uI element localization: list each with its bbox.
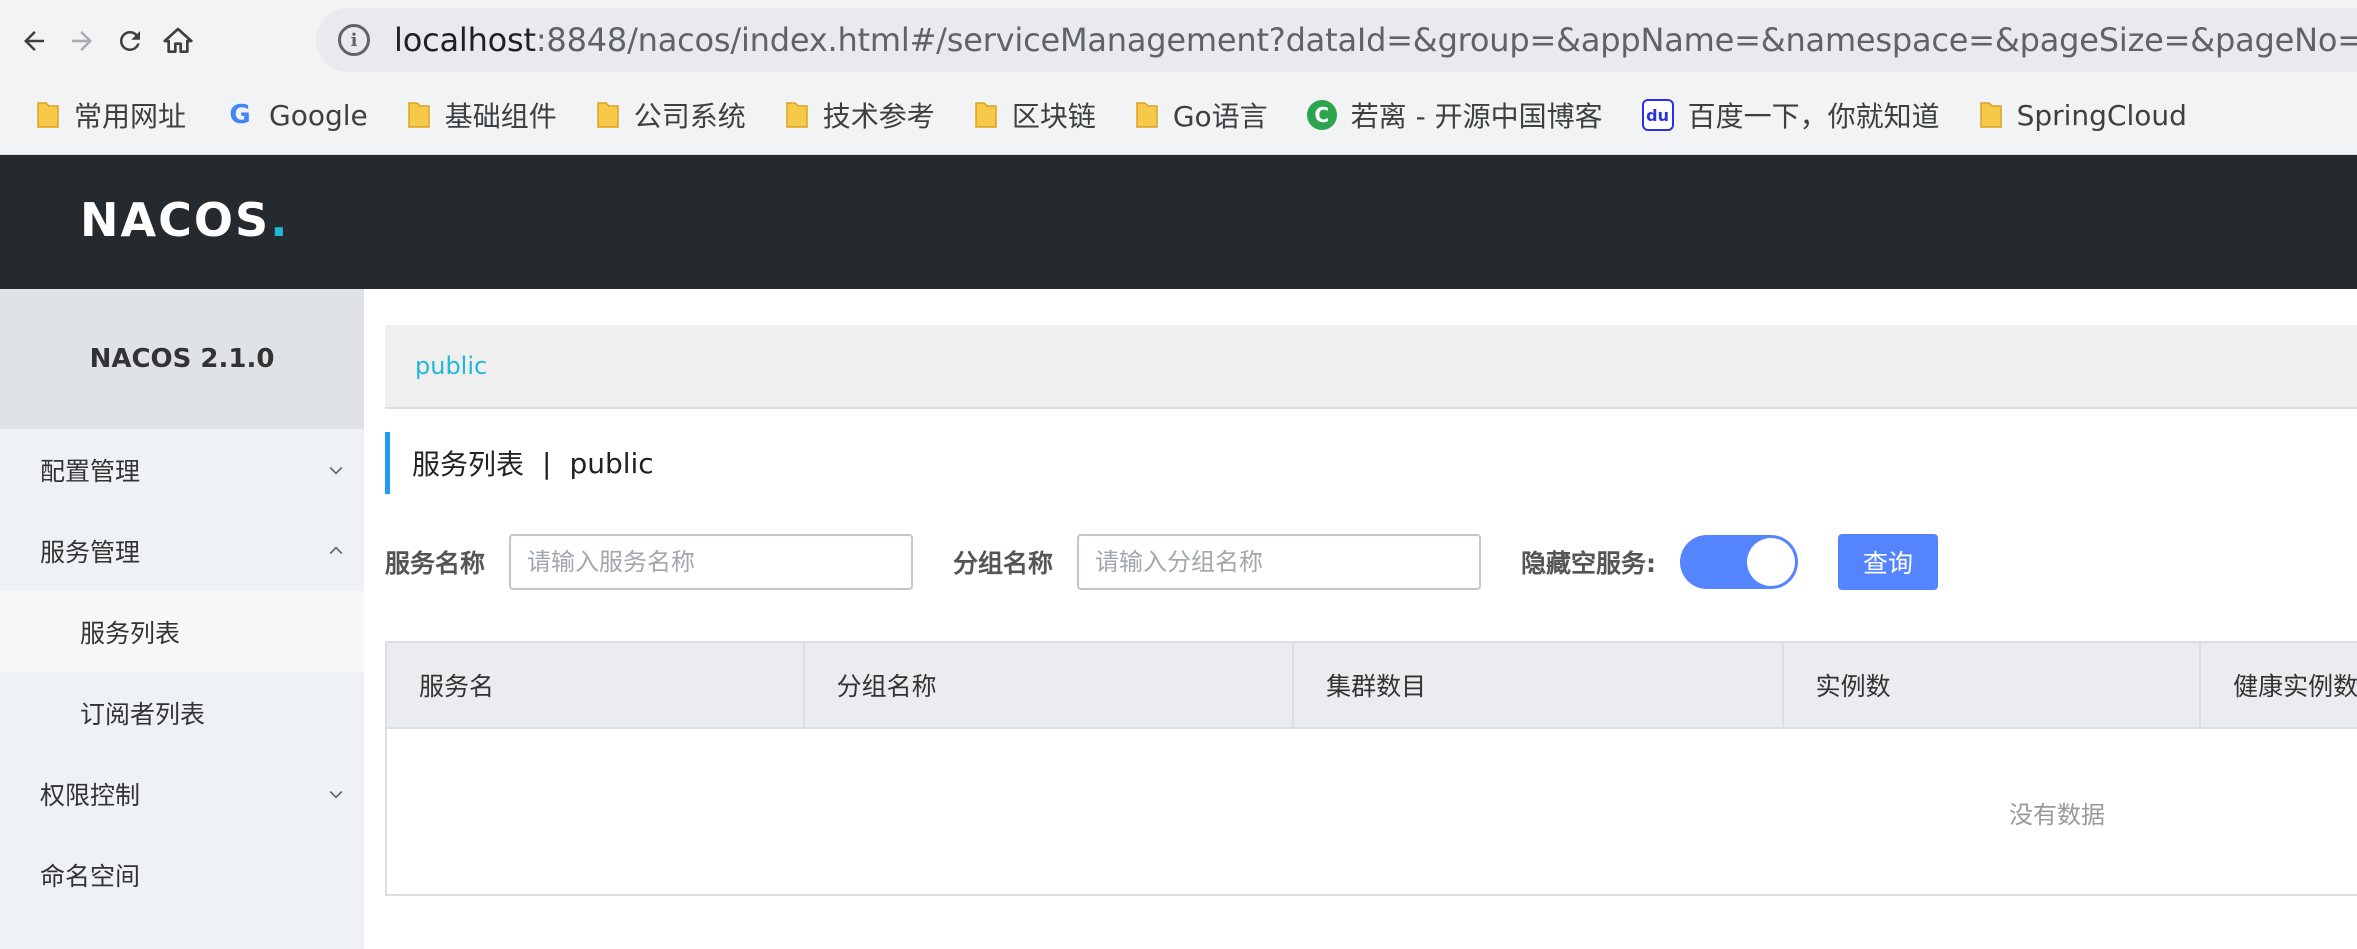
bookmark-label: 若离 - 开源中国博客 [1350,100,1603,133]
url-path: :8848/nacos/index.html#/serviceManagemen… [535,21,2357,59]
logo-text: NACOS [80,193,271,247]
browser-chrome: i localhost:8848/nacos/index.html#/servi… [0,0,2357,155]
version-label: NACOS 2.1.0 [0,289,364,429]
bookmark-label: 区块链 [1011,100,1096,133]
bookmark-item[interactable]: 基础组件 [407,95,557,135]
bookmark-item[interactable]: Go语言 [1135,95,1268,135]
sidebar-item-subscriber-list[interactable]: 订阅者列表 [0,672,364,753]
arrow-right-icon [72,31,92,51]
baidu-icon: du [1641,99,1674,131]
toggle-knob [1747,538,1796,586]
bookmark-label: Go语言 [1172,100,1268,133]
bookmark-item[interactable]: 区块链 [974,95,1096,135]
folder-icon [975,102,997,128]
bookmarks-bar: 常用网址 G Google 基础组件 公司系统 技术参考 区块链 Go语言 C 若离 - 开源中国… [0,90,2357,140]
page-title-namespace: public [569,446,654,480]
folder-icon [597,102,619,128]
chevron-down-icon [329,790,343,799]
bookmark-item[interactable]: 常用网址 [36,95,186,135]
sidebar-item-namespace[interactable]: 命名空间 [0,834,364,915]
home-icon [163,27,193,53]
bookmark-label: 公司系统 [633,100,746,133]
hide-empty-service-label: 隐藏空服务: [1521,549,1657,578]
hide-empty-service-toggle[interactable] [1680,535,1799,589]
url-host: localhost [394,21,536,59]
bookmark-label: 技术参考 [822,100,935,133]
nacos-logo[interactable]: NACOS. [80,193,290,247]
sidebar-item-config-management[interactable]: 配置管理 [0,429,364,510]
reload-icon [119,30,140,51]
group-name-label: 分组名称 [953,549,1054,578]
bookmark-item[interactable]: C 若离 - 开源中国博客 [1306,95,1603,135]
sidebar-item-label: 命名空间 [40,861,141,891]
column-header-cluster-count[interactable]: 集群数目 [1294,643,1784,727]
namespace-link-public[interactable]: public [415,352,487,380]
oschina-icon: C [1306,100,1337,130]
url-text[interactable]: localhost:8848/nacos/index.html#/service… [394,21,2357,59]
chevron-up-icon [329,545,343,554]
bookmark-item[interactable]: 技术参考 [785,95,935,135]
sidebar-item-label: 权限控制 [40,780,141,810]
bookmark-label: Google [269,98,368,132]
forward-button[interactable] [56,15,108,67]
folder-icon [408,102,430,128]
sidebar-item-access-control[interactable]: 权限控制 [0,753,364,834]
column-header-group-name[interactable]: 分组名称 [805,643,1295,727]
sidebar-item-label: 配置管理 [40,456,141,486]
empty-state-text: 没有数据 [2009,801,2105,829]
page-title: 服务列表 | public [385,432,654,494]
reload-button[interactable] [104,15,156,67]
chevron-down-icon [329,466,343,475]
bookmark-label: SpringCloud [2016,98,2187,132]
folder-icon [1979,102,2002,128]
service-table: 服务名 分组名称 集群数目 实例数 健康实例数 没有数据 [385,641,2357,896]
table-header: 服务名 分组名称 集群数目 实例数 健康实例数 [387,643,2357,729]
main-content: public 服务列表 | public 服务名称 分组名称 隐藏空服务: 查询… [364,289,2357,949]
app-header: NACOS. [0,155,2357,289]
home-button[interactable] [152,15,204,67]
table-body: 没有数据 [387,729,2357,894]
arrow-left-icon [24,31,44,51]
folder-icon [786,102,808,128]
column-header-healthy-instance-count[interactable]: 健康实例数 [2201,643,2357,727]
sidebar-item-label: 订阅者列表 [80,699,206,729]
bookmark-item[interactable]: 公司系统 [596,95,746,135]
folder-icon [1136,102,1158,128]
title-separator: | [542,446,552,480]
bookmark-item[interactable]: SpringCloud [1979,99,2187,132]
google-icon: G [229,100,251,130]
sidebar-item-label: 服务管理 [40,537,141,567]
sidebar-item-service-management[interactable]: 服务管理 [0,510,364,591]
bookmark-label: 基础组件 [444,100,557,133]
namespace-bar: public [385,325,2357,409]
query-button[interactable]: 查询 [1838,534,1939,590]
folder-icon [37,102,59,128]
bookmark-label: 百度一下，你就知道 [1687,100,1940,133]
bookmark-item[interactable]: G Google [225,98,368,132]
bookmark-label: 常用网址 [74,100,187,133]
sidebar-item-label: 服务列表 [80,618,181,648]
group-name-input[interactable] [1077,534,1482,590]
filter-row: 服务名称 分组名称 隐藏空服务: 查询 [385,532,1939,592]
sidebar: NACOS 2.1.0 配置管理 服务管理 服务列表 订阅者列表 权限控制 命名… [0,289,364,949]
info-icon[interactable]: i [338,24,370,56]
logo-dot: . [270,193,290,247]
bookmark-item[interactable]: du 百度一下，你就知道 [1641,95,1940,135]
sidebar-item-service-list[interactable]: 服务列表 [0,591,364,672]
page-title-text: 服务列表 [412,448,525,481]
back-button[interactable] [8,15,60,67]
column-header-instance-count[interactable]: 实例数 [1784,643,2202,727]
column-header-service-name[interactable]: 服务名 [387,643,805,727]
service-name-input[interactable] [509,534,914,590]
service-name-label: 服务名称 [385,549,486,578]
address-bar[interactable]: i localhost:8848/nacos/index.html#/servi… [316,8,2357,72]
